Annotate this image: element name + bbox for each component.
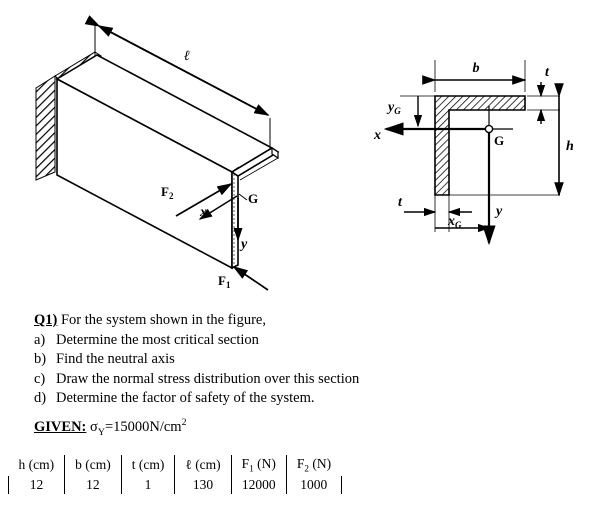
value-cell-f2: 1000 — [286, 475, 342, 494]
section-witness-lines — [400, 60, 560, 232]
force-f1-arrow — [232, 266, 269, 291]
question-item-c-mark: c) — [34, 370, 46, 387]
header-cell-f2: F2 (N) — [296, 456, 332, 474]
beam-axis-x-label: x — [199, 205, 207, 220]
question-stem: Q1) For the system shown in the figure, — [34, 311, 594, 331]
figures-area: ℓ F2 F1 x y G b t h t xG yG x y G — [0, 0, 602, 300]
given-value: 15000 — [113, 418, 150, 435]
question-block: Q1) For the system shown in the figure, … — [34, 311, 594, 409]
value-cell-f1: 12000 — [231, 475, 287, 494]
given-line: GIVEN: σY=15000N/cm2 — [34, 417, 187, 438]
beam-length-label: ℓ — [184, 49, 190, 64]
section-t-left-label: t — [398, 195, 403, 210]
figures-svg: ℓ F2 F1 x y G b t h t xG yG x y G — [35, 15, 574, 291]
question-item-a-text: Determine the most critical section — [56, 331, 259, 348]
given-symbol-subscript: Y — [97, 426, 105, 438]
section-t-top-label: t — [545, 65, 550, 80]
beam-axis-y-label: y — [239, 237, 248, 252]
question-item-c: c) Draw the normal stress distribution o… — [34, 370, 594, 390]
section-axis-y-label: y — [494, 204, 503, 219]
question-item-b-mark: b) — [34, 351, 47, 368]
beam-centroid-pointer — [238, 193, 248, 201]
question-stem-text: For the system shown in the figure, — [57, 312, 266, 328]
question-item-d: d) Determine the factor of safety of the… — [34, 389, 594, 409]
question-tag: Q1) — [34, 312, 58, 328]
cross-section-diagram: b t h t xG yG x y G — [373, 60, 574, 246]
value-cell-b: 12 — [64, 475, 122, 494]
value-cell-t: 1 — [121, 475, 176, 494]
table-value-row: 12 12 1 130 12000 1000 — [7, 475, 342, 494]
question-item-d-mark: d) — [34, 390, 47, 407]
section-yg-label: yG — [386, 100, 401, 116]
given-unit: N/cm — [149, 418, 182, 435]
question-item-a: a) Determine the most critical section — [34, 331, 594, 351]
header-cell-length: ℓ (cm) — [174, 455, 232, 476]
given-expression: σY=15000N/cm2 — [86, 417, 187, 438]
value-cell-h: 12 — [7, 475, 66, 494]
section-xg-label: xG — [447, 214, 462, 230]
table-header-row: h (cm) b (cm) t (cm) ℓ (cm) F1 (N) F2 (N… — [8, 455, 342, 476]
question-item-c-text: Draw the normal stress distribution over… — [56, 370, 360, 387]
header-cell-f1: F1 (N) — [231, 455, 287, 476]
beam-3d-diagram: ℓ F2 F1 x y G — [35, 15, 280, 291]
beam-centroid-label: G — [248, 191, 258, 206]
given-tag: GIVEN: — [34, 418, 87, 435]
beam-web-plate — [231, 166, 239, 270]
given-unit-exponent: 2 — [181, 417, 187, 428]
value-cell-length: 130 — [174, 475, 232, 494]
question-item-a-mark: a) — [34, 331, 46, 348]
question-item-d-text: Determine the factor of safety of the sy… — [56, 390, 315, 407]
question-item-b: b) Find the neutral axis — [34, 350, 594, 370]
question-item-b-text: Find the neutral axis — [56, 351, 175, 368]
header-cell-h: h (cm) — [8, 455, 66, 476]
header-cell-t: t (cm) — [121, 455, 176, 476]
given-equals: = — [104, 418, 114, 435]
section-axis-x-label: x — [373, 128, 381, 143]
section-centroid-label: G — [494, 133, 504, 148]
section-l-shape — [434, 95, 526, 196]
parameter-table: h (cm) b (cm) t (cm) ℓ (cm) F1 (N) F2 (N… — [7, 455, 342, 494]
force-f1-label: F1 — [218, 273, 231, 290]
header-cell-b: b (cm) — [64, 455, 122, 476]
section-h-label: h — [566, 139, 574, 154]
question-items: a) Determine the most critical section b… — [34, 331, 594, 409]
beam-flange-side — [271, 146, 279, 160]
section-b-label: b — [473, 61, 480, 76]
given-symbol: σ — [90, 418, 98, 435]
centroid-marker-icon — [484, 124, 494, 134]
